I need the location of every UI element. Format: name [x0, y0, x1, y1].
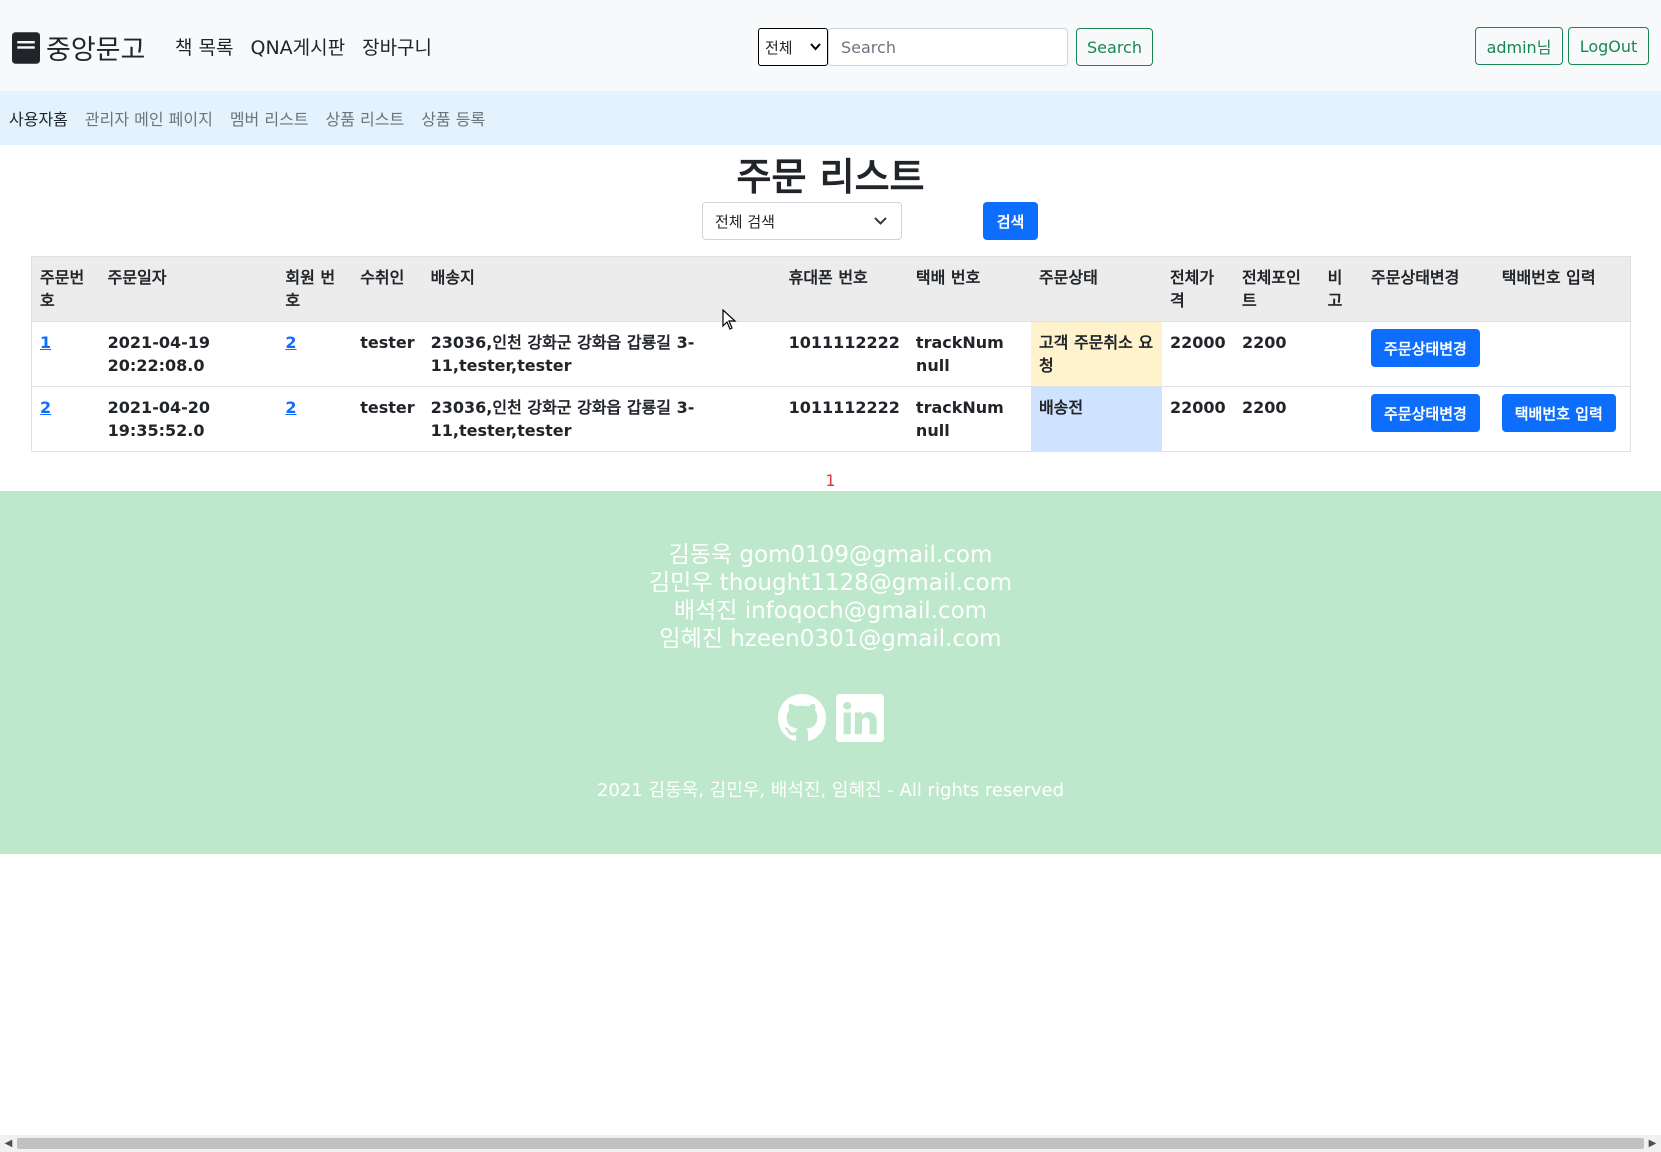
header-phone: 휴대폰 번호 [780, 256, 908, 322]
order-status: 고객 주문취소 요청 [1030, 321, 1162, 387]
scroll-right-icon[interactable]: ▶ [1644, 1135, 1661, 1152]
subnav-user-home[interactable]: 사용자홈 [9, 106, 68, 130]
change-status-button[interactable]: 주문상태변경 [1371, 394, 1480, 432]
order-date: 2021-04-20 19:35:52.0 [99, 386, 278, 452]
phone: 1011112222 [780, 321, 908, 387]
copyright-text: 2021 김동욱, 김민우, 배석진, 임혜진 - All rights res… [596, 780, 1065, 801]
order-filter-button[interactable]: 검색 [983, 202, 1038, 240]
book-icon [12, 31, 40, 64]
page-title: 주문 리스트 [736, 155, 925, 199]
page-number-current[interactable]: 1 [825, 471, 835, 490]
total-point: 2200 [1233, 321, 1320, 387]
logout-button[interactable]: LogOut [1568, 27, 1649, 65]
enter-tracking-button[interactable]: 택배번호 입력 [1501, 394, 1616, 432]
brand-name: 중앙문고 [46, 35, 146, 66]
table-row: 2 2021-04-20 19:35:52.0 2 tester 23036,인… [31, 386, 1631, 452]
pagination: 1 [0, 471, 1661, 490]
contact-item: 배석진 infoqoch@gmail.com [673, 598, 988, 624]
member-no-link[interactable]: 2 [285, 333, 296, 352]
github-icon[interactable] [777, 694, 826, 742]
scrollbar-thumb[interactable] [17, 1138, 1644, 1149]
note [1319, 386, 1364, 452]
scroll-left-icon[interactable]: ◀ [0, 1135, 17, 1152]
nav-qna-board[interactable]: QNA게시판 [250, 33, 345, 60]
search-category-select[interactable]: 전체 [758, 28, 828, 66]
chevron-down-icon [810, 43, 821, 51]
search-button[interactable]: Search [1076, 28, 1153, 66]
mouse-cursor-icon [722, 309, 737, 330]
header-tracking: 택배 번호 [907, 256, 1031, 322]
tracking-number: trackNum null [907, 321, 1031, 387]
header-member-no: 회원 번호 [277, 256, 353, 322]
contact-list: 김동욱 gom0109@gmail.com 김민우 thought1128@gm… [0, 541, 1661, 653]
brand-link[interactable]: 중앙문고 [12, 28, 145, 67]
header-order-no: 주문번호 [31, 256, 100, 322]
order-no-link[interactable]: 2 [40, 398, 51, 417]
table-row: 1 2021-04-19 20:22:08.0 2 tester 23036,인… [31, 321, 1631, 387]
recipient: tester [352, 321, 423, 387]
nav-book-list[interactable]: 책 목록 [175, 33, 233, 60]
main-nav: 책 목록 QNA게시판 장바구니 [175, 33, 432, 60]
header-status: 주문상태 [1030, 256, 1162, 322]
note [1319, 321, 1364, 387]
recipient: tester [352, 386, 423, 452]
nav-cart[interactable]: 장바구니 [362, 33, 432, 60]
order-date: 2021-04-19 20:22:08.0 [99, 321, 278, 387]
header-note: 비고 [1319, 256, 1364, 322]
search-input[interactable] [828, 28, 1068, 66]
order-table: 주문번호 주문일자 회원 번호 수취인 배송지 휴대폰 번호 택배 번호 주문상… [31, 256, 1631, 452]
search-category-value: 전체 [765, 38, 793, 57]
tracking-number: trackNum null [907, 386, 1031, 452]
address: 23036,인천 강화군 강화읍 갑룡길 3-11,tester,tester [422, 321, 781, 387]
header-tracking-input: 택배번호 입력 [1493, 256, 1631, 322]
total-price: 22000 [1161, 321, 1234, 387]
address: 23036,인천 강화군 강화읍 갑룡길 3-11,tester,tester [422, 386, 781, 452]
change-status-button[interactable]: 주문상태변경 [1371, 329, 1480, 367]
linkedin-icon[interactable] [835, 694, 884, 742]
header-recipient: 수취인 [352, 256, 423, 322]
chevron-down-icon [874, 217, 887, 225]
order-status: 배송전 [1030, 386, 1162, 452]
admin-subnav: 사용자홈 관리자 메인 페이지 멤버 리스트 상품 리스트 상품 등록 [0, 91, 1661, 145]
phone: 1011112222 [780, 386, 908, 452]
footer: 김동욱 gom0109@gmail.com 김민우 thought1128@gm… [0, 491, 1661, 854]
order-filter-select[interactable]: 전체 검색 [702, 202, 902, 240]
header-total-point: 전체포인트 [1233, 256, 1320, 322]
header-total-price: 전체가격 [1161, 256, 1234, 322]
subnav-admin-main[interactable]: 관리자 메인 페이지 [85, 106, 213, 130]
top-navbar: 중앙문고 책 목록 QNA게시판 장바구니 전체 Search admin님 L… [0, 0, 1661, 91]
order-no-link[interactable]: 1 [40, 333, 51, 352]
subnav-product-register[interactable]: 상품 등록 [421, 106, 485, 130]
total-price: 22000 [1161, 386, 1234, 452]
member-no-link[interactable]: 2 [285, 398, 296, 417]
subnav-product-list[interactable]: 상품 리스트 [326, 106, 405, 130]
table-header-row: 주문번호 주문일자 회원 번호 수취인 배송지 휴대폰 번호 택배 번호 주문상… [31, 256, 1631, 322]
header-status-change: 주문상태변경 [1363, 256, 1494, 322]
total-point: 2200 [1233, 386, 1320, 452]
contact-item: 김동욱 gom0109@gmail.com [668, 542, 993, 568]
social-links [0, 694, 1661, 742]
order-filter-value: 전체 검색 [715, 212, 775, 231]
subnav-member-list[interactable]: 멤버 리스트 [230, 106, 309, 130]
horizontal-scrollbar[interactable]: ◀ ▶ [0, 1135, 1661, 1152]
contact-item: 김민우 thought1128@gmail.com [648, 570, 1013, 596]
header-order-date: 주문일자 [99, 256, 278, 322]
contact-item: 임혜진 hzeen0301@gmail.com [659, 626, 1002, 652]
user-button[interactable]: admin님 [1475, 27, 1563, 65]
tracking-input-cell [1493, 321, 1631, 387]
